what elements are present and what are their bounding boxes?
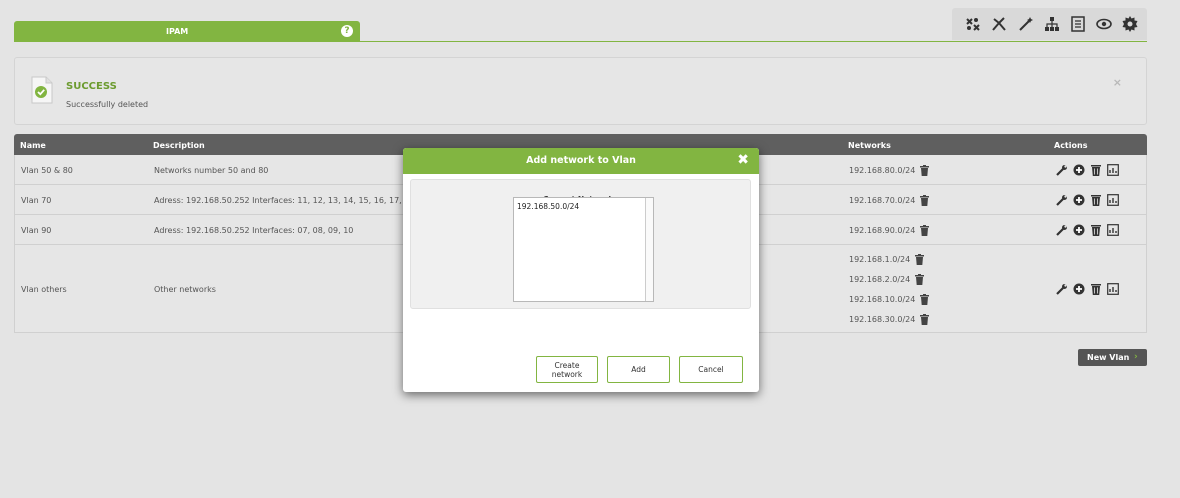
- ipam-tab[interactable]: IPAM ?: [14, 21, 360, 41]
- list-icon[interactable]: [1070, 16, 1086, 32]
- stats-icon[interactable]: [1107, 283, 1119, 295]
- network-tools-icon[interactable]: [965, 16, 981, 32]
- vlan-name: Vlan 90: [21, 226, 52, 235]
- new-vlan-label: New Vlan: [1087, 353, 1130, 362]
- vlan-description: Networks number 50 and 80: [154, 166, 269, 175]
- vlan-description: Adress: 192.168.50.252 Interfaces: 07, 0…: [154, 226, 354, 235]
- alert-message: Successfully deleted: [66, 100, 149, 109]
- delete-network-icon[interactable]: [915, 253, 925, 265]
- header-networks: Networks: [848, 141, 891, 150]
- vlan-description: Other networks: [154, 285, 216, 294]
- wrench-icon[interactable]: [1056, 164, 1068, 176]
- delete-icon[interactable]: [1090, 224, 1102, 236]
- toolbar: [952, 8, 1147, 40]
- listbox-scrollbar[interactable]: [645, 198, 653, 301]
- tab-title: IPAM: [166, 27, 189, 36]
- dialog-title: Add network to Vlan: [526, 155, 636, 166]
- hierarchy-icon[interactable]: [1044, 16, 1060, 32]
- success-document-icon: [31, 76, 53, 104]
- row-actions: [1056, 164, 1119, 176]
- alert-title: SUCCESS: [66, 81, 117, 92]
- vlan-name: Vlan others: [21, 285, 67, 294]
- vlan-name: Vlan 50 & 80: [21, 166, 73, 175]
- vlan-networks: 192.168.80.0/24: [849, 160, 930, 180]
- stats-icon[interactable]: [1107, 194, 1119, 206]
- wrench-icon[interactable]: [1056, 194, 1068, 206]
- wrench-icon[interactable]: [1056, 224, 1068, 236]
- help-icon[interactable]: ?: [341, 25, 353, 37]
- delete-icon[interactable]: [1090, 283, 1102, 295]
- new-vlan-button[interactable]: New Vlan ›: [1078, 349, 1147, 366]
- vlan-networks: 192.168.70.0/24: [849, 190, 930, 210]
- delete-network-icon[interactable]: [920, 224, 930, 236]
- row-actions: [1056, 194, 1119, 206]
- current-networks-panel: Current Networks 192.168.50.0/24: [410, 179, 751, 309]
- network-address: 192.168.10.0/24: [849, 294, 916, 304]
- delete-network-icon[interactable]: [920, 313, 930, 325]
- vlan-networks: 192.168.90.0/24: [849, 220, 930, 240]
- wrench-icon[interactable]: [1056, 283, 1068, 295]
- network-option[interactable]: 192.168.50.0/24: [517, 202, 579, 211]
- add-circle-icon[interactable]: [1073, 164, 1085, 176]
- vlan-networks: 192.168.1.0/24 192.168.2.0/24 192.168.10…: [849, 249, 930, 329]
- delete-icon[interactable]: [1090, 164, 1102, 176]
- create-network-label-line1: Create: [554, 360, 580, 370]
- dialog-header: Add network to Vlan ✖: [403, 148, 759, 174]
- add-button-label: Add: [631, 365, 646, 374]
- create-network-label-line2: network: [551, 369, 583, 379]
- add-circle-icon[interactable]: [1073, 283, 1085, 295]
- delete-icon[interactable]: [1090, 194, 1102, 206]
- chevron-right-icon: ›: [1134, 352, 1138, 362]
- close-icon[interactable]: ✖: [737, 152, 749, 168]
- vlan-description: Adress: 192.168.50.252 Interfaces: 11, 1…: [154, 196, 402, 205]
- current-networks-listbox[interactable]: 192.168.50.0/24: [513, 197, 654, 302]
- network-address: 192.168.30.0/24: [849, 314, 916, 324]
- network-address: 192.168.2.0/24: [849, 274, 911, 284]
- antenna-icon[interactable]: [991, 16, 1007, 32]
- delete-network-icon[interactable]: [920, 293, 930, 305]
- eye-icon[interactable]: [1096, 16, 1112, 32]
- add-circle-icon[interactable]: [1073, 194, 1085, 206]
- alert-close-icon[interactable]: ×: [1113, 76, 1122, 89]
- stats-icon[interactable]: [1107, 224, 1119, 236]
- add-circle-icon[interactable]: [1073, 224, 1085, 236]
- header-description: Description: [153, 141, 205, 150]
- gear-icon[interactable]: [1122, 16, 1138, 32]
- network-address: 192.168.70.0/24: [849, 195, 916, 205]
- network-address: 192.168.1.0/24: [849, 254, 911, 264]
- cancel-button[interactable]: Cancel: [679, 356, 743, 383]
- header-actions: Actions: [1054, 141, 1088, 150]
- delete-network-icon[interactable]: [920, 194, 930, 206]
- tab-underline: [14, 41, 1147, 42]
- network-address: 192.168.90.0/24: [849, 225, 916, 235]
- delete-network-icon[interactable]: [920, 164, 930, 176]
- vlan-name: Vlan 70: [21, 196, 52, 205]
- network-address: 192.168.80.0/24: [849, 165, 916, 175]
- header-name: Name: [20, 141, 46, 150]
- magic-wand-icon[interactable]: [1018, 16, 1034, 32]
- row-actions: [1056, 283, 1119, 295]
- delete-network-icon[interactable]: [915, 273, 925, 285]
- row-actions: [1056, 224, 1119, 236]
- create-network-button[interactable]: Create network: [536, 356, 598, 383]
- stats-icon[interactable]: [1107, 164, 1119, 176]
- add-button[interactable]: Add: [607, 356, 670, 383]
- success-alert: SUCCESS Successfully deleted ×: [14, 57, 1147, 125]
- cancel-button-label: Cancel: [698, 365, 724, 374]
- add-network-dialog: Add network to Vlan ✖ Current Networks 1…: [403, 148, 759, 392]
